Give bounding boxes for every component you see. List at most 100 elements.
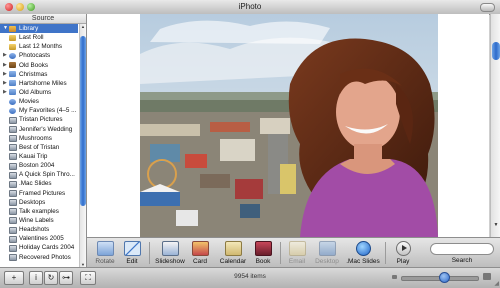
source-item-label: Old Books: [19, 61, 49, 69]
source-item[interactable]: ▶ Photocasts: [0, 51, 78, 60]
source-item[interactable]: My Favorites (4–5 ...: [0, 106, 78, 115]
scroll-down-arrow-icon[interactable]: ▼: [492, 222, 500, 229]
book-icon: [254, 241, 272, 256]
toolbar-toggle-button[interactable]: [480, 3, 495, 12]
source-item[interactable]: Framed Pictures: [0, 189, 78, 198]
email-button[interactable]: Email: [282, 241, 312, 265]
calendar-button[interactable]: Calendar: [216, 241, 250, 265]
desktop-button[interactable]: Desktop: [310, 241, 344, 265]
source-item-label: My Favorites (4–5 ...: [19, 107, 77, 115]
album-icon: [9, 217, 17, 225]
viewer-scrollbar[interactable]: ▼: [490, 14, 500, 237]
source-list-scrollbar[interactable]: ▲ ▼: [79, 24, 86, 267]
source-item[interactable]: Boston 2004: [0, 161, 78, 170]
disclosure-triangle-icon[interactable]: ▶: [3, 61, 7, 70]
slideshow-button[interactable]: Slideshow: [153, 241, 187, 265]
search-label: Search: [451, 257, 473, 264]
source-item-label: Wine Labels: [19, 216, 54, 224]
source-list-items: ▼ Library Last Roll Last 12 Months ▶ Photocas…: [0, 24, 78, 262]
source-item[interactable]: Movies: [0, 97, 78, 106]
folder-icon: [9, 71, 16, 78]
source-item-label: Framed Pictures: [19, 189, 66, 197]
source-item[interactable]: Last Roll: [0, 33, 78, 42]
source-item[interactable]: Recovered Photos: [0, 253, 78, 262]
email-icon: [288, 241, 306, 256]
film-roll-icon: [9, 34, 16, 41]
source-item-label: Tristan Pictures: [19, 116, 63, 124]
disclosure-triangle-icon[interactable]: ▶: [3, 79, 7, 88]
play-icon: [395, 241, 411, 256]
toolbar-separator: [280, 242, 281, 264]
rotate-icon: [96, 241, 114, 256]
source-item-label: Mushrooms: [19, 134, 52, 142]
disclosure-triangle-icon[interactable]: ▶: [3, 70, 7, 79]
source-item[interactable]: ▶ Christmas: [0, 70, 78, 79]
zoom-large-icon: [483, 273, 491, 280]
source-list-scroll-thumb[interactable]: [80, 36, 86, 206]
source-item[interactable]: Best of Tristan: [0, 143, 78, 152]
book-icon: [9, 62, 16, 69]
source-item[interactable]: Holiday Cards 2004: [0, 243, 78, 252]
calendar-label: Calendar: [219, 258, 247, 265]
source-item[interactable]: ▶ Old Books: [0, 61, 78, 70]
mac-slides-icon: [355, 241, 371, 256]
card-label: Card: [192, 258, 208, 265]
toolbar-separator: [149, 242, 150, 264]
source-item-label: Best of Tristan: [19, 143, 60, 151]
album-icon: [9, 226, 17, 234]
edit-button[interactable]: Edit: [114, 241, 150, 265]
source-item-label: Photocasts: [19, 52, 51, 60]
disclosure-triangle-icon[interactable]: ▶: [3, 88, 7, 97]
desktop-label: Desktop: [315, 258, 339, 265]
source-item-label: Movies: [19, 98, 39, 106]
source-item[interactable]: Talk examples: [0, 207, 78, 216]
scroll-up-arrow-icon[interactable]: ▲: [80, 24, 86, 29]
source-item[interactable]: ▼ Library: [0, 24, 78, 34]
source-item-label: Old Albums: [19, 88, 52, 96]
viewer-scroll-thumb[interactable]: [492, 42, 500, 60]
source-item-label: Headshots: [19, 226, 50, 234]
photo-image[interactable]: [140, 14, 438, 237]
disclosure-triangle-icon[interactable]: ▼: [3, 24, 8, 33]
folder-icon: [9, 89, 16, 96]
source-item[interactable]: Desktops: [0, 198, 78, 207]
resize-grip-icon[interactable]: ◢: [494, 280, 499, 287]
source-item[interactable]: .Mac Slides: [0, 179, 78, 188]
album-icon: [9, 171, 17, 179]
source-item[interactable]: ▶ Old Albums: [0, 88, 78, 97]
play-button[interactable]: Play: [386, 241, 420, 265]
search-input[interactable]: [430, 243, 494, 255]
photo-viewer: [87, 14, 489, 237]
source-item[interactable]: ▶ Hartshorne Miles: [0, 79, 78, 88]
source-item[interactable]: Last 12 Months: [0, 42, 78, 51]
book-button[interactable]: Book: [247, 241, 279, 265]
mac-slides-label: .Mac Slides: [346, 258, 380, 265]
desktop-icon: [318, 241, 336, 256]
card-button[interactable]: Card: [185, 241, 215, 265]
disclosure-triangle-icon[interactable]: ▶: [3, 51, 7, 60]
source-item[interactable]: Mushrooms: [0, 134, 78, 143]
source-item[interactable]: Kauai Trip: [0, 152, 78, 161]
window-title: iPhoto: [238, 2, 262, 11]
slideshow-label: Slideshow: [155, 258, 185, 265]
source-item-label: Talk examples: [19, 207, 59, 215]
album-icon: [9, 254, 17, 262]
card-icon: [191, 241, 209, 256]
source-item[interactable]: Wine Labels: [0, 216, 78, 225]
source-item[interactable]: Tristan Pictures: [0, 115, 78, 124]
title-bar: iPhoto: [0, 0, 500, 15]
album-icon: [9, 144, 17, 152]
source-item[interactable]: Jennifer's Wedding: [0, 125, 78, 134]
source-item-label: Valentines 2005: [19, 235, 64, 243]
source-item[interactable]: Headshots: [0, 225, 78, 234]
source-list-header: Source: [0, 14, 86, 24]
calendar-icon: [224, 241, 242, 256]
source-item[interactable]: A Quick Spin Thro...: [0, 170, 78, 179]
mac-slides-button[interactable]: .Mac Slides: [344, 241, 382, 265]
bottom-bar: + i ↻ ⊶ ⛶ 9954 items ◢: [0, 267, 500, 288]
edit-icon: [123, 241, 141, 256]
album-icon: [9, 244, 17, 252]
tool-bar: Rotate Edit Slideshow Card Calendar Book…: [87, 237, 500, 268]
source-item[interactable]: Valentines 2005: [0, 234, 78, 243]
zoom-slider-knob[interactable]: [438, 272, 450, 283]
